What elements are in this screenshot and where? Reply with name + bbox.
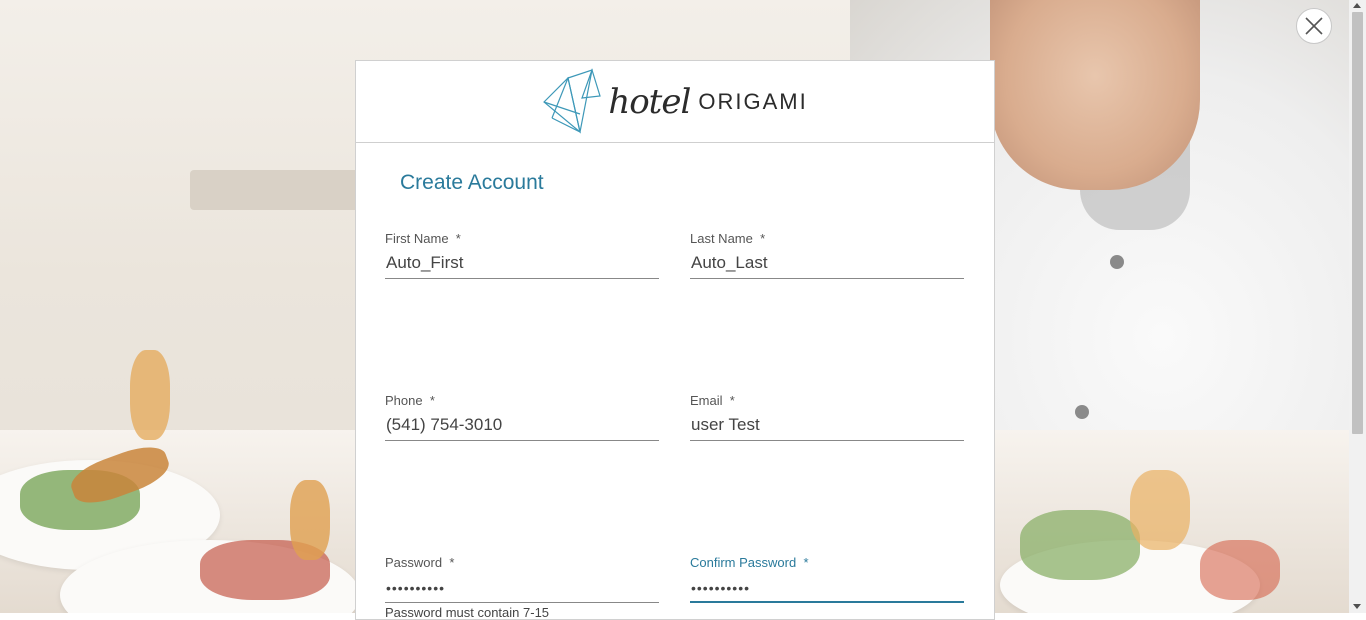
- confirm-password-label: Confirm Password *: [690, 555, 809, 570]
- email-label: Email *: [690, 393, 735, 408]
- food: [1130, 470, 1190, 550]
- close-button[interactable]: [1296, 8, 1332, 44]
- first-name-input[interactable]: Auto_First: [385, 252, 659, 279]
- background-chef-face: [990, 0, 1200, 190]
- close-icon: [1305, 17, 1323, 35]
- modal-header: hotel ORIGAMI: [356, 61, 994, 143]
- confirm-password-field: Confirm Password * ••••••••••: [690, 555, 964, 603]
- form-title: Create Account: [400, 171, 544, 194]
- phone-input[interactable]: (541) 754-3010: [385, 414, 659, 441]
- food: [1200, 540, 1280, 600]
- phone-label: Phone *: [385, 393, 435, 408]
- last-name-field: Last Name * Auto_Last: [690, 231, 964, 279]
- email-input[interactable]: user Test: [690, 414, 964, 441]
- coat-button: [1110, 255, 1124, 269]
- logo-word-hotel: hotel: [608, 81, 691, 122]
- background-shelf: [190, 170, 360, 210]
- confirm-password-input[interactable]: ••••••••••: [690, 576, 964, 603]
- password-field: Password * ••••••••••: [385, 555, 659, 603]
- coat-button: [1075, 405, 1089, 419]
- password-input[interactable]: ••••••••••: [385, 576, 659, 603]
- logo-word-origami: ORIGAMI: [698, 88, 808, 114]
- last-name-input[interactable]: Auto_Last: [690, 252, 964, 279]
- first-name-label: First Name *: [385, 231, 461, 246]
- first-name-field: First Name * Auto_First: [385, 231, 659, 279]
- scrollbar-thumb[interactable]: [1352, 12, 1363, 434]
- food: [1020, 510, 1140, 580]
- origami-bird-icon: [543, 67, 602, 134]
- page-scrollbar[interactable]: [1349, 0, 1366, 613]
- food: [130, 350, 170, 440]
- scroll-down-icon[interactable]: [1353, 604, 1361, 609]
- food: [290, 480, 330, 560]
- create-account-modal: hotel ORIGAMI Create Account First Name …: [355, 60, 995, 620]
- email-field: Email * user Test: [690, 393, 964, 441]
- last-name-label: Last Name *: [690, 231, 766, 246]
- scroll-up-icon[interactable]: [1353, 3, 1361, 8]
- phone-field: Phone * (541) 754-3010: [385, 393, 659, 441]
- hotel-origami-logo: hotel ORIGAMI: [542, 67, 808, 136]
- password-label: Password *: [385, 555, 455, 570]
